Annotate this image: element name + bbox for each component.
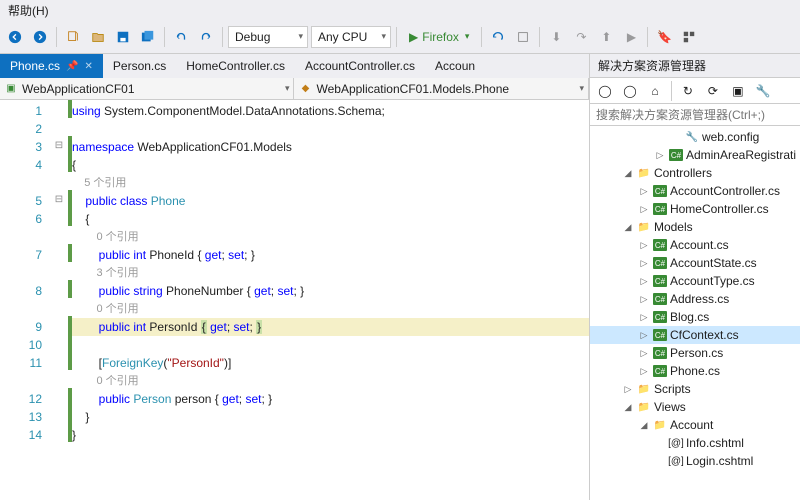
sol-back-button[interactable]: ◯ bbox=[594, 80, 616, 102]
csharp-project-icon: ▣ bbox=[4, 82, 18, 96]
tab-accountcontroller[interactable]: AccountController.cs bbox=[295, 54, 425, 78]
file-phone[interactable]: ▷C#Phone.cs bbox=[590, 362, 800, 380]
cs-icon: C# bbox=[653, 329, 667, 341]
file-cfcontext[interactable]: ▷C#CfContext.cs bbox=[590, 326, 800, 344]
open-file-button[interactable] bbox=[87, 26, 109, 48]
tab-person[interactable]: Person.cs bbox=[103, 54, 176, 78]
browser-link-button[interactable] bbox=[512, 26, 534, 48]
folder-models[interactable]: ◢📁Models bbox=[590, 218, 800, 236]
nav-back-button[interactable] bbox=[4, 26, 26, 48]
folder-account[interactable]: ◢📁Account bbox=[590, 416, 800, 434]
file-person[interactable]: ▷C#Person.cs bbox=[590, 344, 800, 362]
cs-icon: C# bbox=[653, 203, 667, 215]
main-toolbar: Debug Any CPU ▶Firefox▾ ⬇ ↷ ⬆ ▶ 🔖 bbox=[0, 20, 800, 54]
cs-icon: C# bbox=[653, 257, 667, 269]
nav-project-dropdown[interactable]: ▣WebApplicationCF01 bbox=[0, 78, 294, 99]
close-icon[interactable]: ✕ bbox=[85, 61, 93, 72]
tab-phone[interactable]: Phone.cs📌✕ bbox=[0, 54, 103, 78]
config-icon: 🔧 bbox=[685, 130, 699, 144]
bookmark-button[interactable]: 🔖 bbox=[653, 26, 675, 48]
folder-icon: 📁 bbox=[637, 400, 651, 414]
code-nav-bar: ▣WebApplicationCF01 ◆WebApplicationCF01.… bbox=[0, 78, 589, 100]
new-file-button[interactable] bbox=[62, 26, 84, 48]
folder-icon: 📁 bbox=[637, 382, 651, 396]
file-adminarea[interactable]: ▷C#AdminAreaRegistrati bbox=[590, 146, 800, 164]
file-address[interactable]: ▷C#Address.cs bbox=[590, 290, 800, 308]
step-over-button: ↷ bbox=[570, 26, 592, 48]
editor-area: Phone.cs📌✕ Person.cs HomeController.cs A… bbox=[0, 54, 590, 500]
platform-dropdown[interactable]: Any CPU bbox=[311, 26, 391, 48]
fold-icon[interactable]: ⊟ bbox=[50, 136, 68, 154]
code-content[interactable]: using System.ComponentModel.DataAnnotati… bbox=[72, 100, 589, 500]
cs-icon: C# bbox=[653, 185, 667, 197]
step-into-button: ⬇ bbox=[545, 26, 567, 48]
save-all-button[interactable] bbox=[137, 26, 159, 48]
fold-gutter: ⊟⊟ bbox=[50, 100, 68, 500]
nav-forward-button[interactable] bbox=[29, 26, 51, 48]
config-dropdown[interactable]: Debug bbox=[228, 26, 308, 48]
menu-bar: 帮助(H) bbox=[0, 0, 800, 20]
sol-forward-button[interactable]: ◯ bbox=[619, 80, 641, 102]
browser-refresh-button[interactable] bbox=[487, 26, 509, 48]
pin-icon[interactable]: 📌 bbox=[66, 61, 78, 72]
solution-explorer: 解决方案资源管理器 ◯ ◯ ⌂ ↻ ⟳ ▣ 🔧 🔧web.config ▷C#A… bbox=[590, 54, 800, 500]
cs-icon: C# bbox=[653, 293, 667, 305]
file-homecontroller[interactable]: ▷C#HomeController.cs bbox=[590, 200, 800, 218]
file-login[interactable]: [@]Login.cshtml bbox=[590, 452, 800, 470]
tab-account[interactable]: Accoun bbox=[425, 54, 485, 78]
sol-properties-button[interactable]: 🔧 bbox=[752, 80, 774, 102]
sol-home-button[interactable]: ⌂ bbox=[644, 80, 666, 102]
file-info[interactable]: [@]Info.cshtml bbox=[590, 434, 800, 452]
folder-icon: 📁 bbox=[637, 220, 651, 234]
sol-showall-button[interactable]: ▣ bbox=[727, 80, 749, 102]
file-accounttype[interactable]: ▷C#AccountType.cs bbox=[590, 272, 800, 290]
cs-icon: C# bbox=[653, 311, 667, 323]
cs-icon: C# bbox=[653, 275, 667, 287]
file-webconfig[interactable]: 🔧web.config bbox=[590, 128, 800, 146]
folder-controllers[interactable]: ◢📁Controllers bbox=[590, 164, 800, 182]
cshtml-icon: [@] bbox=[669, 436, 683, 450]
continue-button: ▶ bbox=[620, 26, 642, 48]
menu-help[interactable]: 帮助(H) bbox=[8, 2, 49, 19]
save-button[interactable] bbox=[112, 26, 134, 48]
file-accountcontroller[interactable]: ▷C#AccountController.cs bbox=[590, 182, 800, 200]
file-blog[interactable]: ▷C#Blog.cs bbox=[590, 308, 800, 326]
step-out-button: ⬆ bbox=[595, 26, 617, 48]
solution-explorer-title: 解决方案资源管理器 bbox=[590, 54, 800, 78]
solution-search-input[interactable] bbox=[590, 104, 800, 125]
undo-button[interactable] bbox=[170, 26, 192, 48]
file-account[interactable]: ▷C#Account.cs bbox=[590, 236, 800, 254]
cs-icon: C# bbox=[669, 149, 683, 161]
class-icon: ◆ bbox=[298, 82, 312, 96]
tab-homecontroller[interactable]: HomeController.cs bbox=[176, 54, 295, 78]
cshtml-icon: [@] bbox=[669, 454, 683, 468]
folder-icon: 📁 bbox=[637, 166, 651, 180]
solution-toolbar: ◯ ◯ ⌂ ↻ ⟳ ▣ 🔧 bbox=[590, 78, 800, 104]
redo-button[interactable] bbox=[195, 26, 217, 48]
fold-icon[interactable]: ⊟ bbox=[50, 190, 68, 208]
line-numbers: 1234567891011121314 bbox=[0, 100, 50, 500]
sol-refresh-button[interactable]: ⟳ bbox=[702, 80, 724, 102]
folder-scripts[interactable]: ▷📁Scripts bbox=[590, 380, 800, 398]
solution-search[interactable] bbox=[590, 104, 800, 126]
run-button[interactable]: ▶Firefox▾ bbox=[402, 26, 476, 48]
solution-tree[interactable]: 🔧web.config ▷C#AdminAreaRegistrati ◢📁Con… bbox=[590, 126, 800, 500]
file-accountstate[interactable]: ▷C#AccountState.cs bbox=[590, 254, 800, 272]
extensions-button[interactable] bbox=[678, 26, 700, 48]
sol-sync-button[interactable]: ↻ bbox=[677, 80, 699, 102]
cs-icon: C# bbox=[653, 365, 667, 377]
folder-views[interactable]: ◢📁Views bbox=[590, 398, 800, 416]
folder-icon: 📁 bbox=[653, 418, 667, 432]
editor-tabs: Phone.cs📌✕ Person.cs HomeController.cs A… bbox=[0, 54, 589, 78]
cs-icon: C# bbox=[653, 347, 667, 359]
code-editor[interactable]: 1234567891011121314 ⊟⊟ using System.Comp… bbox=[0, 100, 589, 500]
cs-icon: C# bbox=[653, 239, 667, 251]
nav-scope-dropdown[interactable]: ◆WebApplicationCF01.Models.Phone bbox=[294, 78, 588, 99]
